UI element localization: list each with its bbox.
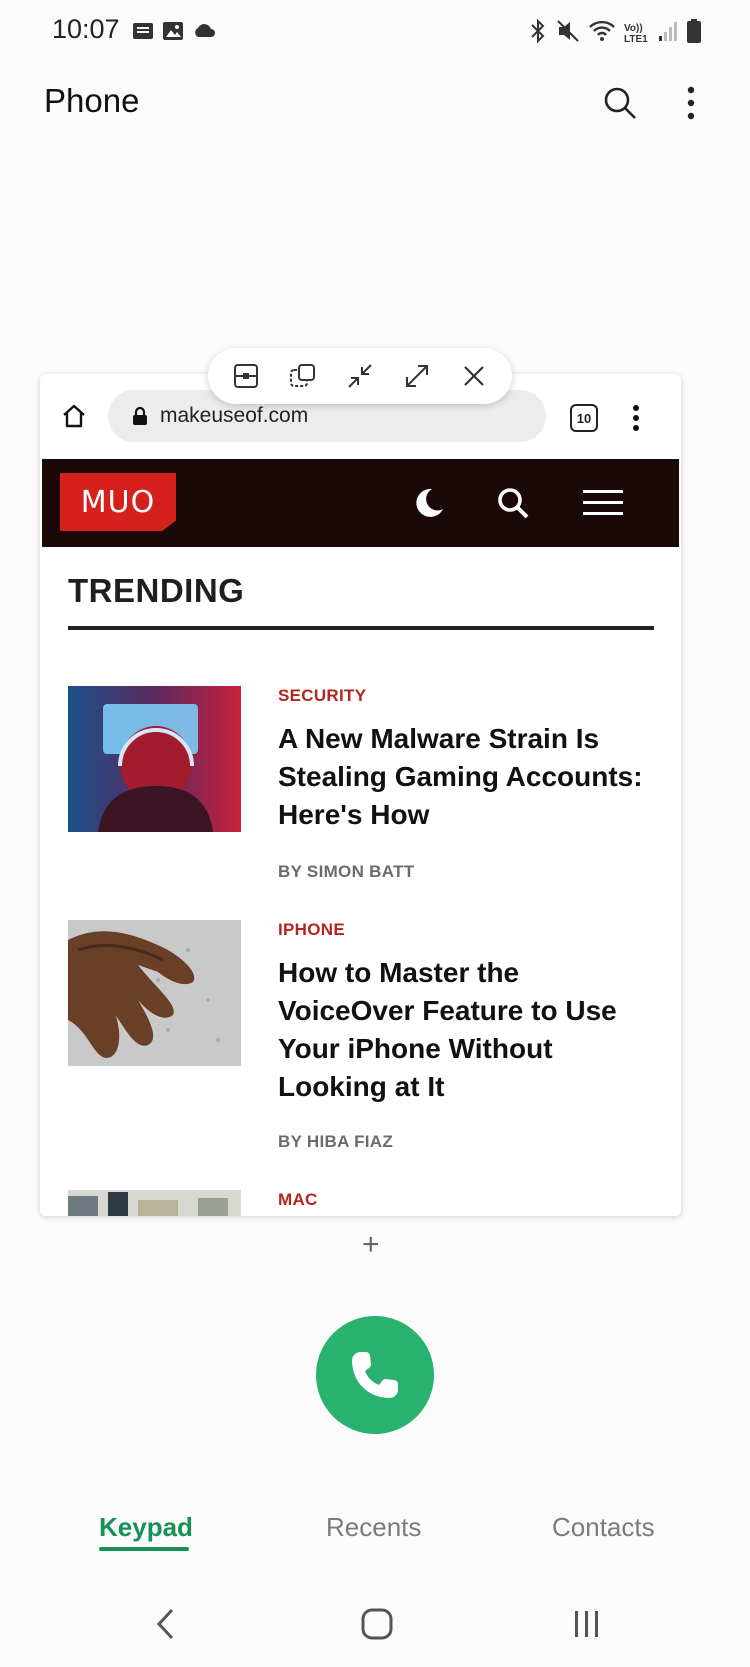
article-title[interactable]: How to Master the VoiceOver Feature to U… [278,954,648,1106]
tab-keypad[interactable]: Keypad [99,1512,193,1543]
browser-more-icon[interactable] [624,398,648,438]
muo-logo[interactable]: MUO [60,473,176,531]
article-author[interactable]: BY SIMON BATT [278,862,414,882]
article-card[interactable]: IPHONE How to Master the VoiceOver Featu… [68,920,654,1160]
article-category[interactable]: SECURITY [278,686,366,706]
lock-icon [130,405,150,427]
dark-mode-icon[interactable] [406,481,450,525]
split-screen-icon[interactable] [228,358,264,394]
more-vert-icon[interactable] [669,81,713,125]
signal-icon [658,19,678,48]
phone-icon [352,1352,398,1398]
article-title[interactable]: A New Malware Strain Is Stealing Gaming … [278,720,648,834]
call-button[interactable] [316,1316,434,1434]
article-card[interactable]: SECURITY A New Malware Strain Is Stealin… [68,686,654,886]
switch-window-icon[interactable] [285,358,321,394]
app-title: Phone [44,82,140,119]
status-time: 10:07 [52,14,120,44]
mute-icon [556,18,580,49]
volte-icon: Vo)) LTE1 [624,22,648,45]
wifi-icon [588,18,616,49]
recents-icon[interactable] [562,1604,612,1644]
home-icon[interactable] [352,1604,402,1644]
article-thumbnail[interactable] [68,920,241,1066]
close-icon[interactable] [456,358,492,394]
browser-home-icon[interactable] [54,396,94,436]
status-left-icons [132,20,216,47]
status-right-icons: Vo)) LTE1 [528,18,702,49]
popup-window-toolbar [208,348,512,404]
article-thumbnail[interactable] [68,1190,241,1216]
battery-icon [686,18,702,49]
site-header: MUO [42,459,679,547]
cloud-icon [192,20,216,47]
url-text: makeuseof.com [160,404,309,427]
section-title: TRENDING [68,572,245,609]
active-tab-indicator [99,1547,189,1551]
tab-switcher-button[interactable]: 10 [570,404,598,432]
bluetooth-icon [528,18,548,49]
article-thumbnail[interactable] [68,686,241,832]
tab-recents[interactable]: Recents [326,1512,421,1543]
article-category[interactable]: MAC [278,1190,318,1210]
popup-browser-window: makeuseof.com 10 MUO TRENDING SECURITY A… [40,374,681,1216]
add-icon[interactable]: + [362,1228,380,1262]
message-icon [132,20,154,47]
article-category[interactable]: IPHONE [278,920,345,940]
tab-contacts[interactable]: Contacts [552,1512,655,1543]
site-search-icon[interactable] [491,481,535,525]
section-divider [68,626,654,630]
hamburger-menu-icon[interactable] [578,481,628,525]
back-icon[interactable] [141,1604,191,1644]
article-card[interactable]: MAC [68,1190,654,1216]
maximize-icon[interactable] [399,358,435,394]
minimize-icon[interactable] [342,358,378,394]
search-icon[interactable] [598,81,642,125]
image-icon [162,20,184,47]
article-author[interactable]: BY HIBA FIAZ [278,1132,393,1152]
